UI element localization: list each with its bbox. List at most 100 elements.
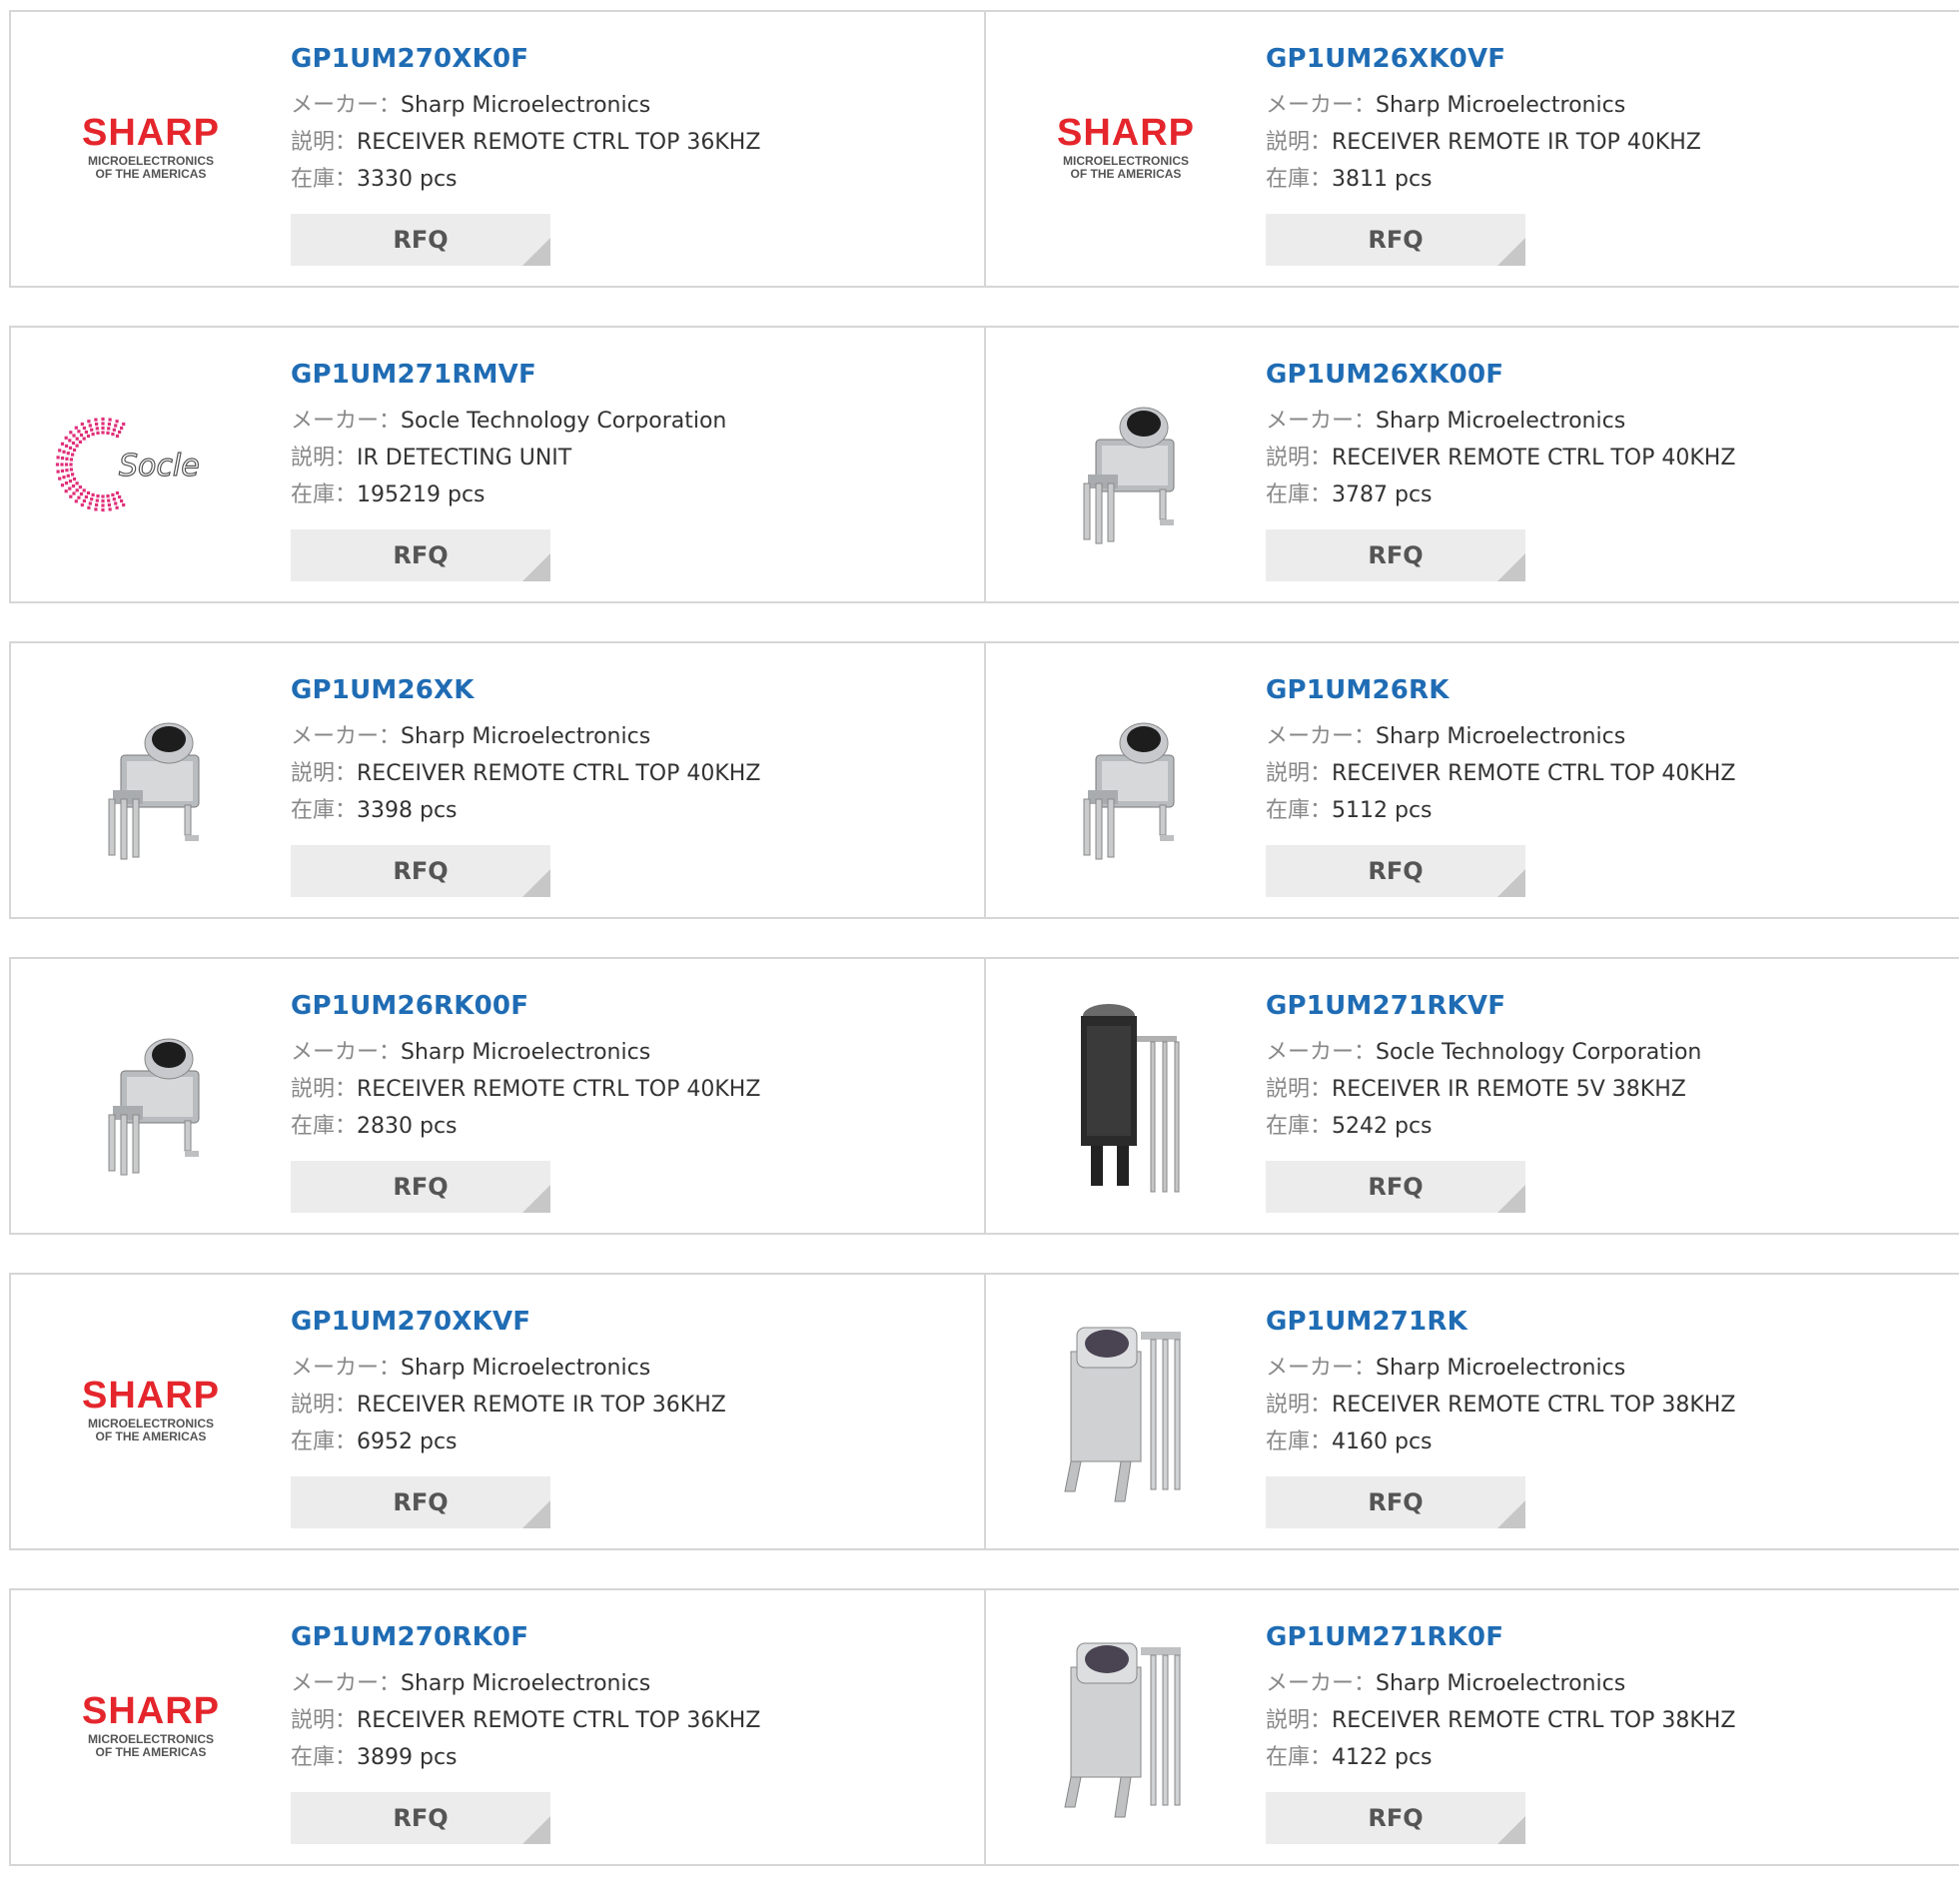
stock-line: 在庫：3330 pcs xyxy=(291,161,760,198)
product-row: SHARP MICROELECTRONICS OF THE AMERICAS G… xyxy=(9,1588,1959,1866)
product-image[interactable]: Socle xyxy=(51,365,251,564)
part-number-link[interactable]: GP1UM270RK0F xyxy=(291,1620,760,1654)
rfq-button[interactable]: RFQ xyxy=(291,1161,550,1213)
product-row: Socle GP1UM271RMVF メーカー：Socle Technology… xyxy=(9,326,1959,603)
stock-line: 在庫：2830 pcs xyxy=(291,1108,760,1145)
rfq-button[interactable]: RFQ xyxy=(291,1476,550,1528)
product-card: SHARP MICROELECTRONICS OF THE AMERICAS G… xyxy=(984,12,1959,286)
stock-label: 在庫： xyxy=(291,1745,358,1770)
socle-logo-brand: Socle xyxy=(119,449,200,483)
description-value: RECEIVER REMOTE CTRL TOP 40KHZ xyxy=(357,761,761,786)
stock-line: 在庫：4122 pcs xyxy=(1266,1739,1735,1776)
product-info: GP1UM26RK00F メーカー：Sharp Microelectronics… xyxy=(291,989,760,1213)
maker-value: Sharp Microelectronics xyxy=(401,93,651,118)
maker-line: メーカー：Sharp Microelectronics xyxy=(1266,87,1701,124)
part-number-link[interactable]: GP1UM270XK0F xyxy=(291,42,760,76)
description-value: RECEIVER REMOTE CTRL TOP 36KHZ xyxy=(357,1708,761,1733)
product-image[interactable]: SHARP MICROELECTRONICS OF THE AMERICAS xyxy=(1026,49,1226,249)
ir-receiver-photo xyxy=(1083,407,1175,544)
description-label: 説明： xyxy=(291,1077,358,1102)
rfq-button[interactable]: RFQ xyxy=(1266,529,1525,581)
stock-line: 在庫：6952 pcs xyxy=(291,1424,726,1460)
stock-line: 在庫：3899 pcs xyxy=(291,1739,760,1776)
socle-logo: Socle xyxy=(55,417,200,512)
product-image[interactable]: SHARP MICROELECTRONICS OF THE AMERICAS xyxy=(51,49,251,249)
part-number-link[interactable]: GP1UM26XK0VF xyxy=(1266,42,1701,76)
product-info: GP1UM26XK0VF メーカー：Sharp Microelectronics… xyxy=(1266,42,1701,266)
description-label: 説明： xyxy=(1266,761,1333,786)
part-number-link[interactable]: GP1UM26RK xyxy=(1266,673,1735,707)
description-value: RECEIVER REMOTE CTRL TOP 40KHZ xyxy=(1332,446,1736,471)
description-line: 説明：RECEIVER REMOTE CTRL TOP 38KHZ xyxy=(1266,1387,1735,1424)
product-image[interactable]: SHARP MICROELECTRONICS OF THE AMERICAS xyxy=(51,1627,251,1827)
maker-value: Sharp Microelectronics xyxy=(401,1040,651,1065)
sharp-logo-sub1: MICROELECTRONICS xyxy=(88,154,214,168)
sharp-logo-sub1: MICROELECTRONICS xyxy=(88,1732,214,1746)
part-number-link[interactable]: GP1UM271RKVF xyxy=(1266,989,1701,1023)
description-line: 説明：RECEIVER REMOTE CTRL TOP 40KHZ xyxy=(291,1071,760,1108)
product-image[interactable] xyxy=(51,996,251,1196)
rfq-button[interactable]: RFQ xyxy=(1266,214,1525,266)
product-image[interactable] xyxy=(1026,680,1226,880)
maker-value: Sharp Microelectronics xyxy=(1376,1671,1626,1696)
product-info: GP1UM26XK メーカー：Sharp Microelectronics 説明… xyxy=(291,673,760,897)
sharp-logo-sub1: MICROELECTRONICS xyxy=(88,1417,214,1430)
maker-line: メーカー：Sharp Microelectronics xyxy=(291,1350,726,1387)
product-card: SHARP MICROELECTRONICS OF THE AMERICAS G… xyxy=(9,12,984,286)
sharp-logo-brand: SHARP xyxy=(82,1375,220,1417)
description-label: 説明： xyxy=(1266,130,1333,155)
description-label: 説明： xyxy=(1266,1708,1333,1733)
product-image[interactable] xyxy=(1026,996,1226,1196)
rfq-button[interactable]: RFQ xyxy=(1266,1792,1525,1844)
sharp-logo-sub1: MICROELECTRONICS xyxy=(1063,154,1189,168)
stock-value: 5242 pcs xyxy=(1332,1114,1433,1139)
product-image[interactable]: SHARP MICROELECTRONICS OF THE AMERICAS xyxy=(51,1312,251,1511)
rfq-button[interactable]: RFQ xyxy=(291,529,550,581)
product-card: SHARP MICROELECTRONICS OF THE AMERICAS G… xyxy=(9,1275,984,1548)
part-number-link[interactable]: GP1UM26XK00F xyxy=(1266,358,1735,392)
rfq-button[interactable]: RFQ xyxy=(291,214,550,266)
product-image[interactable] xyxy=(51,680,251,880)
product-card: GP1UM26RK メーカー：Sharp Microelectronics 説明… xyxy=(984,643,1959,917)
maker-label: メーカー： xyxy=(1266,1356,1377,1381)
sharp-logo: SHARP MICROELECTRONICS OF THE AMERICAS xyxy=(82,112,220,181)
sharp-logo-sub2: OF THE AMERICAS xyxy=(96,1429,207,1443)
sharp-logo-brand: SHARP xyxy=(82,1690,220,1732)
maker-label: メーカー： xyxy=(291,724,402,749)
maker-line: メーカー：Sharp Microelectronics xyxy=(1266,1665,1735,1702)
ir-receiver-photo xyxy=(108,722,200,860)
sharp-logo: SHARP MICROELECTRONICS OF THE AMERICAS xyxy=(82,1375,220,1443)
part-number-link[interactable]: GP1UM271RMVF xyxy=(291,358,726,392)
maker-value: Sharp Microelectronics xyxy=(1376,93,1626,118)
part-number-link[interactable]: GP1UM270XKVF xyxy=(291,1305,726,1339)
part-number-link[interactable]: GP1UM271RK0F xyxy=(1266,1620,1735,1654)
stock-label: 在庫： xyxy=(1266,1745,1333,1770)
rfq-button[interactable]: RFQ xyxy=(1266,1476,1525,1528)
stock-value: 5112 pcs xyxy=(1332,798,1433,823)
stock-label: 在庫： xyxy=(1266,167,1333,192)
sharp-logo: SHARP MICROELECTRONICS OF THE AMERICAS xyxy=(1057,112,1194,181)
product-image[interactable] xyxy=(1026,365,1226,564)
maker-line: メーカー：Sharp Microelectronics xyxy=(291,1665,760,1702)
stock-label: 在庫： xyxy=(291,798,358,823)
rfq-button[interactable]: RFQ xyxy=(1266,1161,1525,1213)
rfq-button[interactable]: RFQ xyxy=(1266,845,1525,897)
product-image[interactable] xyxy=(1026,1312,1226,1511)
description-line: 説明：RECEIVER REMOTE IR TOP 36KHZ xyxy=(291,1387,726,1424)
stock-value: 4122 pcs xyxy=(1332,1745,1433,1770)
maker-line: メーカー：Sharp Microelectronics xyxy=(291,718,760,755)
stock-value: 4160 pcs xyxy=(1332,1429,1433,1454)
part-number-link[interactable]: GP1UM271RK xyxy=(1266,1305,1735,1339)
part-number-link[interactable]: GP1UM26RK00F xyxy=(291,989,760,1023)
description-value: RECEIVER REMOTE CTRL TOP 38KHZ xyxy=(1332,1393,1736,1418)
stock-label: 在庫： xyxy=(1266,1114,1333,1139)
stock-value: 3811 pcs xyxy=(1332,167,1433,192)
product-info: GP1UM271RK0F メーカー：Sharp Microelectronics… xyxy=(1266,1620,1735,1844)
sharp-logo-brand: SHARP xyxy=(82,112,220,154)
part-number-link[interactable]: GP1UM26XK xyxy=(291,673,760,707)
rfq-button[interactable]: RFQ xyxy=(291,1792,550,1844)
product-image[interactable] xyxy=(1026,1627,1226,1827)
stock-line: 在庫：195219 pcs xyxy=(291,476,726,513)
rfq-button[interactable]: RFQ xyxy=(291,845,550,897)
maker-label: メーカー： xyxy=(1266,1040,1377,1065)
